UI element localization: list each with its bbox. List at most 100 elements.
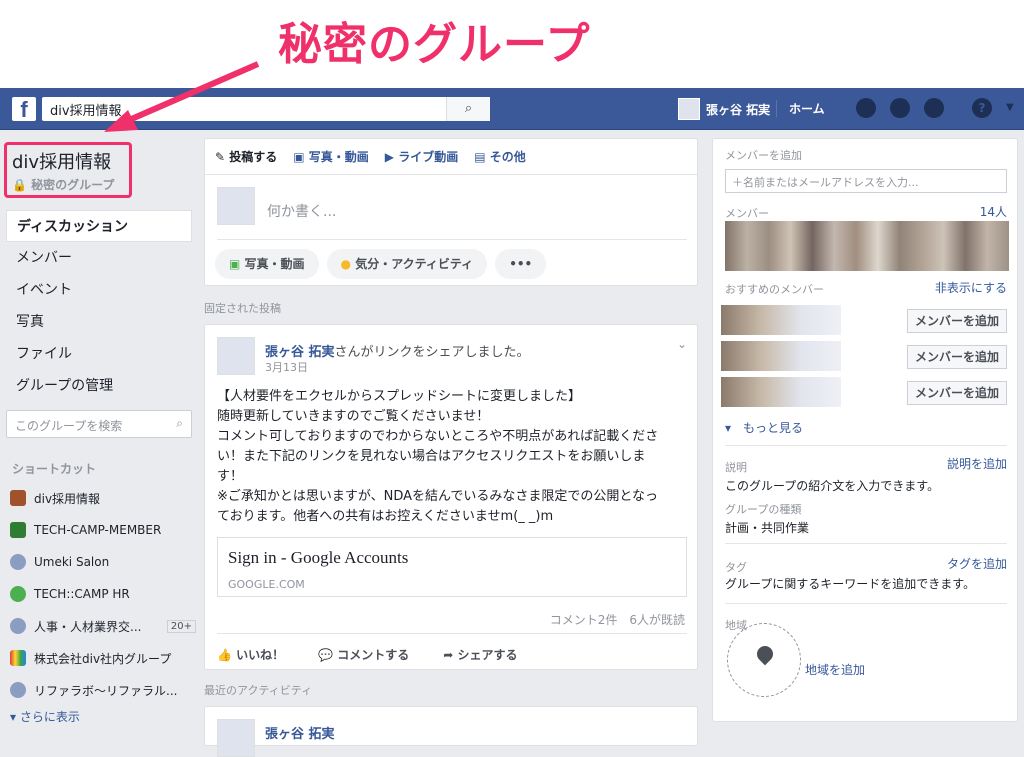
- tab-label: 投稿する: [229, 150, 278, 164]
- add-member-button[interactable]: メンバーを追加: [907, 381, 1007, 405]
- composer: ✎ 投稿する ▣ 写真・動画 ▶ ライブ動画 ▤ その他 何か書く... ▣ 写…: [204, 138, 698, 286]
- suggested-member[interactable]: [721, 305, 841, 335]
- post-line: す！: [217, 469, 244, 484]
- shortcut-item[interactable]: リファラボ〜リファラル...: [10, 674, 196, 706]
- post-action-text: さんがリンクをシェアしました。: [334, 345, 530, 360]
- home-link[interactable]: ホーム: [776, 100, 825, 117]
- add-description-link[interactable]: 説明を追加: [947, 455, 1007, 472]
- link-title: Sign in - Google Accounts: [228, 548, 409, 567]
- see-more-members[interactable]: ▾ もっと見る: [725, 419, 803, 436]
- group-name[interactable]: div採用情報: [12, 148, 111, 174]
- nav-discussion[interactable]: ディスカッション: [6, 210, 192, 242]
- pill-label: 気分・アクティビティ: [355, 257, 474, 271]
- comment-button[interactable]: 💬 コメントする: [318, 646, 409, 663]
- help-icon[interactable]: ?: [972, 98, 992, 118]
- photo-video-button[interactable]: ▣ 写真・動画: [215, 249, 319, 279]
- shortcut-item[interactable]: TECH::CAMP HR: [10, 578, 196, 610]
- group-icon: [10, 490, 26, 506]
- suggested-member[interactable]: [721, 341, 841, 371]
- composer-tabs: ✎ 投稿する ▣ 写真・動画 ▶ ライブ動画 ▤ その他: [205, 139, 697, 175]
- annotation-title: 秘密のグループ: [278, 19, 591, 70]
- shortcut-item[interactable]: Umeki Salon: [10, 546, 196, 578]
- photo-icon: ▣: [229, 257, 241, 271]
- nav-manage-group[interactable]: グループの管理: [6, 370, 192, 402]
- link-preview[interactable]: Sign in - Google Accounts GOOGLE.COM: [217, 537, 687, 597]
- avatar: [217, 187, 255, 225]
- pinned-post-label: 固定された投稿: [204, 302, 281, 315]
- chevron-down-icon[interactable]: ⌄: [677, 337, 687, 351]
- post-actions: 👍 いいね！ 💬 コメントする ➦ シェアする: [217, 633, 687, 663]
- post-line: ております。他者への共有はお控えくださいませm(_ _)m: [217, 509, 554, 524]
- members-count[interactable]: 14人: [980, 203, 1007, 220]
- avatar[interactable]: [217, 337, 255, 375]
- search-icon[interactable]: ⌕: [446, 97, 490, 121]
- like-button[interactable]: 👍 いいね！: [217, 646, 284, 663]
- divider: [725, 603, 1007, 604]
- group-type-label: グループの種類: [725, 503, 802, 516]
- recent-post: 張ヶ谷 拓実: [204, 706, 698, 757]
- tab-label: 写真・動画: [308, 150, 369, 164]
- tab-photo-video[interactable]: ▣ 写真・動画: [293, 148, 369, 165]
- tab-live-video[interactable]: ▶ ライブ動画: [385, 148, 458, 165]
- facebook-logo-icon[interactable]: f: [12, 97, 36, 122]
- see-more-shortcuts[interactable]: ▾ さらに表示: [10, 706, 196, 726]
- tab-post[interactable]: ✎ 投稿する: [215, 148, 277, 165]
- group-search-input[interactable]: このグループを検索 ⌕: [6, 410, 192, 438]
- group-icon: [10, 682, 26, 698]
- add-member-button[interactable]: メンバーを追加: [907, 345, 1007, 369]
- more-options-button[interactable]: •••: [495, 249, 547, 279]
- profile-link[interactable]: 張ヶ谷 拓実: [678, 98, 770, 120]
- group-icon: [10, 618, 26, 634]
- description-label: 説明: [725, 461, 747, 474]
- account-menu-caret-icon[interactable]: ▼: [1006, 102, 1014, 113]
- description-text: このグループの紹介文を入力できます。: [725, 479, 940, 493]
- group-nav: ディスカッション メンバー イベント 写真 ファイル グループの管理: [6, 210, 192, 402]
- notifications-globe-icon[interactable]: [924, 98, 944, 118]
- map-pin-icon: [753, 642, 777, 666]
- author-name[interactable]: 張ヶ谷 拓実: [265, 727, 335, 742]
- shortcut-label: div採用情報: [34, 491, 101, 506]
- shortcut-label: 株式会社div社内グループ: [34, 651, 172, 666]
- post-stats[interactable]: コメント2件 6人が既読: [550, 611, 685, 628]
- avatar[interactable]: [217, 719, 255, 757]
- composer-input[interactable]: 何か書く...: [267, 201, 336, 221]
- author-name[interactable]: 張ヶ谷 拓実: [265, 345, 335, 360]
- nav-files[interactable]: ファイル: [6, 338, 192, 370]
- suggested-member[interactable]: [721, 377, 841, 407]
- nav-photos[interactable]: 写真: [6, 306, 192, 338]
- tab-label: その他: [489, 150, 526, 164]
- shortcut-item[interactable]: 株式会社div社内グループ: [10, 642, 196, 674]
- globe-icon: [10, 586, 26, 602]
- add-tag-link[interactable]: タグを追加: [947, 555, 1007, 572]
- group-icon: [10, 522, 26, 538]
- add-region-link[interactable]: 地域を追加: [805, 661, 865, 678]
- post-date[interactable]: 3月13日: [265, 359, 308, 375]
- member-avatars[interactable]: [725, 221, 1009, 271]
- pill-label: 写真・動画: [244, 257, 305, 271]
- add-member-button[interactable]: メンバーを追加: [907, 309, 1007, 333]
- messenger-icon[interactable]: [890, 98, 910, 118]
- post-header: 張ヶ谷 拓実さんがリンクをシェアしました。: [265, 341, 530, 360]
- divider: [725, 543, 1007, 544]
- nav-events[interactable]: イベント: [6, 274, 192, 306]
- shortcut-item[interactable]: 人事・人材業界交... 20+: [10, 610, 196, 642]
- shortcut-label: TECH-CAMP-MEMBER: [34, 523, 162, 537]
- hide-link[interactable]: 非表示にする: [935, 279, 1007, 296]
- region-map[interactable]: [727, 623, 801, 697]
- tab-label: ライブ動画: [398, 150, 459, 164]
- shortcut-label: TECH::CAMP HR: [34, 587, 130, 601]
- post-body: 【人材要件をエクセルからスプレッドシートに変更しました】 随時更新していきますの…: [217, 387, 687, 527]
- shortcut-item[interactable]: TECH-CAMP-MEMBER: [10, 514, 196, 546]
- count-badge: 20+: [166, 619, 196, 633]
- add-member-input[interactable]: ＋名前またはメールアドレスを入力...: [725, 169, 1007, 193]
- divider: [217, 239, 687, 240]
- share-button[interactable]: ➦ シェアする: [443, 646, 517, 663]
- tab-more[interactable]: ▤ その他: [474, 148, 526, 165]
- shortcut-label: リファラボ〜リファラル...: [34, 683, 178, 698]
- feeling-activity-button[interactable]: ● 気分・アクティビティ: [326, 249, 488, 279]
- shortcut-item[interactable]: div採用情報: [10, 482, 196, 514]
- friend-requests-icon[interactable]: [856, 98, 876, 118]
- search-icon[interactable]: ⌕: [176, 416, 183, 431]
- nav-members[interactable]: メンバー: [6, 242, 192, 274]
- add-member-label: メンバーを追加: [725, 149, 802, 162]
